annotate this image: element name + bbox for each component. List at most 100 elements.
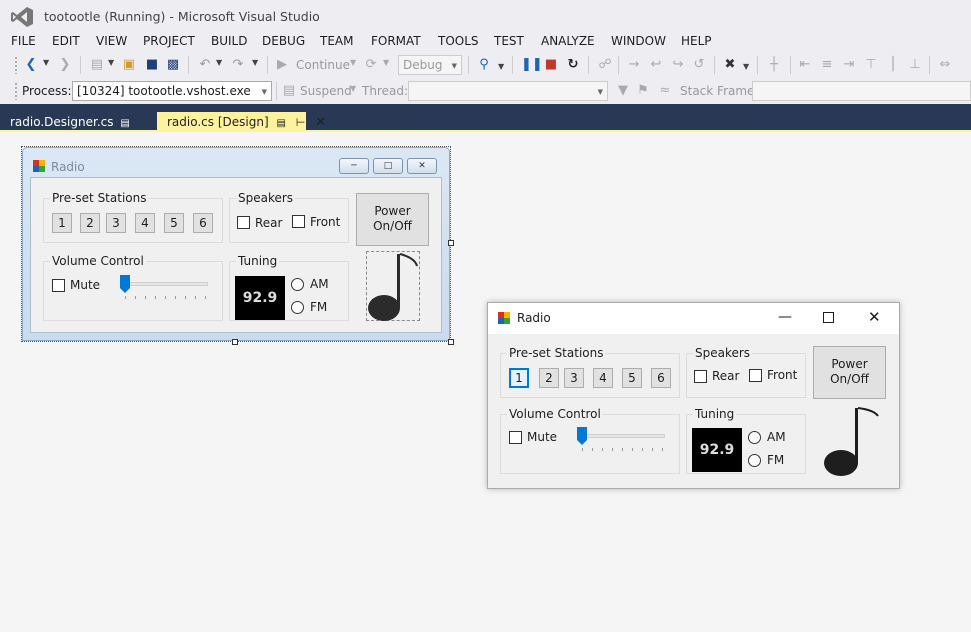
step-back-icon[interactable]: ↺ [690,56,708,74]
restart-debug-dropdown-icon[interactable]: ▼ [383,58,389,67]
redo-icon[interactable]: ↷ [229,56,247,74]
menu-debug[interactable]: DEBUG [262,34,305,48]
flag-threads-icon[interactable]: ⚑ [634,82,652,100]
menu-file[interactable]: FILE [11,34,36,48]
volume-group[interactable]: Volume Control Mute [500,407,680,474]
volume-slider-thumb[interactable] [577,427,587,445]
menu-test[interactable]: TEST [494,34,524,48]
volume-group[interactable]: Volume Control Mute [43,254,223,321]
align-top-icon[interactable]: ⊤ [862,56,880,74]
back-dropdown-icon[interactable]: ▼ [43,58,49,67]
suspend-label[interactable]: Suspend [300,84,352,98]
stack-frame-select[interactable] [752,81,971,101]
presets-group[interactable]: Pre-set Stations 1 2 3 4 5 6 [500,346,680,398]
preset-button-1[interactable]: 1 [52,213,72,233]
music-note-picture[interactable] [366,251,420,321]
thread-select[interactable]: ▼ [408,81,608,101]
menu-format[interactable]: FORMAT [371,34,421,48]
pin-icon[interactable]: ⊢ [296,116,306,129]
speakers-group[interactable]: Speakers Rear Front [229,191,349,243]
hex-display-icon[interactable]: ✖ [721,56,739,74]
align-right-icon[interactable]: ⇥ [840,56,858,74]
step-over-icon[interactable]: ↩ [647,56,665,74]
presets-group[interactable]: Pre-set Stations 1 2 3 4 5 6 [43,191,223,243]
solution-config-select[interactable]: Debug ▼ [398,55,462,75]
preset-button-5[interactable]: 5 [164,213,184,233]
resize-handle-right[interactable] [448,240,454,246]
preset-button-1[interactable]: 1 [509,368,529,388]
menu-window[interactable]: WINDOW [611,34,666,48]
power-button[interactable]: Power On/Off [813,346,886,399]
mute-checkbox[interactable] [509,431,522,444]
menu-tools[interactable]: TOOLS [438,34,479,48]
am-radio[interactable] [291,278,304,291]
align-middle-icon[interactable]: ⎪ [884,56,902,74]
menu-analyze[interactable]: ANALYZE [541,34,595,48]
space-icon[interactable]: ⇔ [936,56,954,74]
close-icon[interactable]: ✕ [315,115,326,130]
restart-debug-icon[interactable]: ⟳ [362,56,380,74]
preset-button-5[interactable]: 5 [622,368,642,388]
mute-checkbox[interactable] [52,279,65,292]
menu-edit[interactable]: EDIT [52,34,80,48]
new-project-icon[interactable]: ▤ [88,56,106,74]
hex-display-dropdown-icon[interactable]: ▼ [743,62,749,71]
preset-button-2[interactable]: 2 [80,213,100,233]
toolbar-grip[interactable] [14,82,18,100]
menu-view[interactable]: VIEW [96,34,127,48]
volume-slider-track[interactable] [122,282,208,286]
running-window-caption[interactable]: Radio — ✕ [488,303,899,334]
tuning-group[interactable]: Tuning 92.9 AM FM [229,254,349,321]
continue-icon[interactable]: ▶ [273,56,291,74]
save-all-icon[interactable]: ▩ [164,56,182,74]
close-icon[interactable]: ✕ [868,308,881,326]
volume-slider-thumb[interactable] [120,275,130,293]
rear-checkbox[interactable] [694,370,707,383]
open-file-icon[interactable]: ▣ [120,56,138,74]
save-icon[interactable]: ■ [143,56,161,74]
align-center-icon[interactable]: ≡ [818,56,836,74]
preset-button-3[interactable]: 3 [106,213,126,233]
continue-label[interactable]: Continue [296,58,350,72]
preset-button-6[interactable]: 6 [193,213,213,233]
menu-project[interactable]: PROJECT [143,34,195,48]
show-threads-icon[interactable]: ≈ [656,82,674,100]
preset-button-3[interactable]: 3 [564,368,584,388]
am-radio[interactable] [748,431,761,444]
resize-handle-bottom-right[interactable] [448,339,454,345]
align-bottom-icon[interactable]: ⊥ [906,56,924,74]
menu-help[interactable]: HELP [681,34,712,48]
preset-button-4[interactable]: 4 [593,368,613,388]
power-button[interactable]: Power On/Off [356,193,429,246]
back-icon[interactable]: ❮ [22,56,40,74]
front-checkbox[interactable] [749,369,762,382]
running-radio-window[interactable]: Radio — ✕ Pre-set Stations 1 2 3 4 5 6 S… [487,302,900,489]
front-checkbox[interactable] [292,215,305,228]
align-left-icon[interactable]: ⇤ [796,56,814,74]
step-out-icon[interactable]: ↪ [669,56,687,74]
menu-build[interactable]: BUILD [211,34,247,48]
continue-dropdown-icon[interactable]: ▼ [350,58,356,67]
restart-icon[interactable]: ↻ [564,56,582,74]
pause-icon[interactable]: ❚❚ [521,56,543,74]
forward-icon[interactable]: ❯ [56,56,74,74]
resize-handle-bottom[interactable] [232,339,238,345]
process-select[interactable]: [10324] tootootle.vshost.exe ▼ [72,81,272,101]
speakers-group[interactable]: Speakers Rear Front [686,346,806,398]
new-project-dropdown-icon[interactable]: ▼ [108,58,114,67]
tuning-group[interactable]: Tuning 92.9 AM FM [686,407,806,474]
volume-slider-track[interactable] [579,434,665,438]
filter-icon[interactable]: ▼ [614,82,632,100]
menu-team[interactable]: TEAM [320,34,353,48]
suspend-icon[interactable]: ▤ [280,82,298,100]
rear-checkbox[interactable] [237,216,250,229]
designer-form[interactable]: Radio ─ □ ✕ Pre-set Stations 1 2 3 4 5 6… [22,147,450,341]
undo-icon[interactable]: ↶ [196,56,214,74]
toolbar-grip[interactable] [14,56,18,74]
maximize-icon[interactable] [823,312,834,323]
undo-dropdown-icon[interactable]: ▼ [216,58,222,67]
step-into-icon[interactable]: → [625,56,643,74]
find-dropdown-icon[interactable]: ▼ [498,62,504,71]
grid-icon[interactable]: ┼ [765,56,783,74]
minimize-icon[interactable]: — [778,309,792,325]
